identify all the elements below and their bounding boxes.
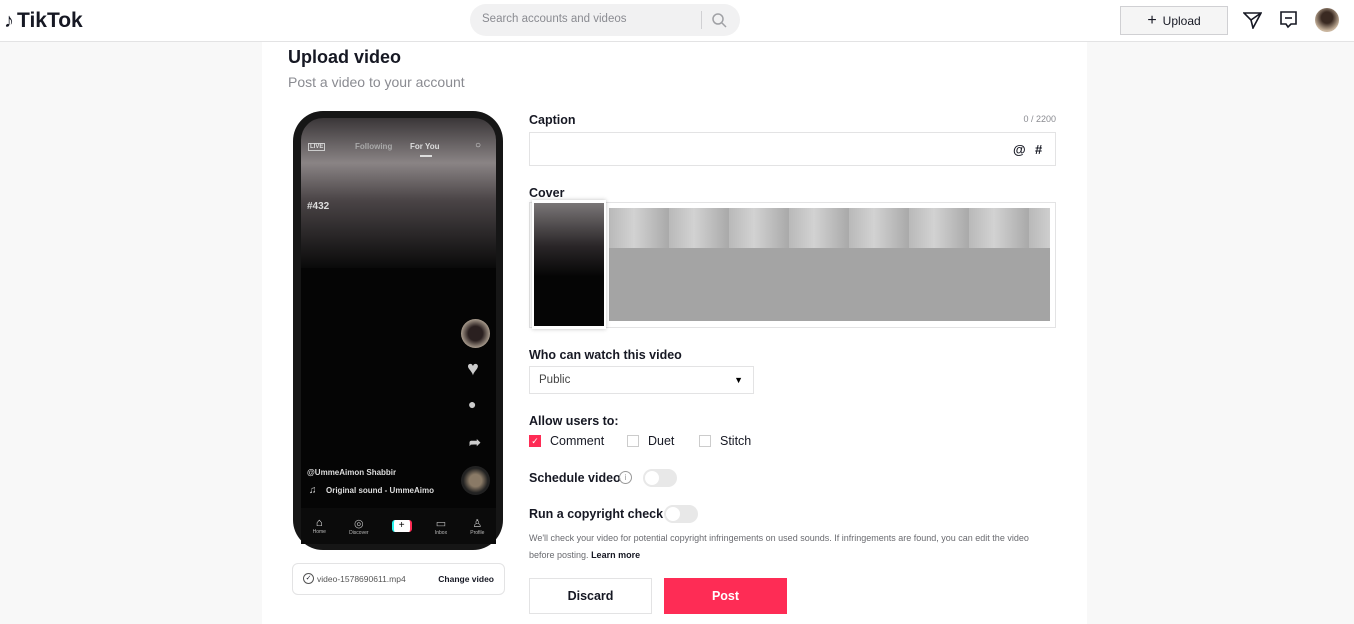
nav-create: + <box>391 520 412 532</box>
cover-thumbnail-handle[interactable] <box>532 200 606 329</box>
search-icon[interactable] <box>712 13 727 28</box>
schedule-label: Schedule video <box>529 471 621 485</box>
checkbox-icon <box>627 435 639 447</box>
tab-following: Following <box>355 142 393 151</box>
nav-profile: ♙ Profile <box>470 517 485 536</box>
comment-checkbox[interactable]: ✓ Comment <box>529 434 604 448</box>
learn-more-link[interactable]: Learn more <box>591 550 640 560</box>
cover-label: Cover <box>529 186 565 200</box>
change-video-button[interactable]: Change video <box>438 574 494 584</box>
tiktok-note-icon: ♪ <box>4 9 14 32</box>
discard-button[interactable]: Discard <box>529 578 652 614</box>
search-input[interactable]: Search accounts and videos <box>470 4 740 36</box>
hashtag-button[interactable]: # <box>1035 142 1042 157</box>
mention-button[interactable]: @ <box>1013 142 1026 157</box>
privacy-value: Public <box>539 374 571 386</box>
page-title: Upload video <box>288 47 402 67</box>
tab-indicator <box>420 155 432 157</box>
copyright-note: We'll check your video for potential cop… <box>529 533 1029 560</box>
sound-disc <box>461 466 490 495</box>
live-icon: LIVE <box>308 143 326 151</box>
copyright-label: Run a copyright check <box>529 507 664 521</box>
caret-down-icon: ▼ <box>734 375 743 385</box>
nav-home: ⌂ Home <box>312 517 326 535</box>
schedule-toggle[interactable] <box>643 469 677 487</box>
video-text: #432 <box>307 201 330 212</box>
duet-checkbox[interactable]: Duet <box>627 434 674 448</box>
upload-button[interactable]: + Upload <box>1120 6 1228 35</box>
music-icon: ♫ <box>309 485 317 496</box>
tiktok-logo[interactable]: ♪ TikTok <box>4 9 83 33</box>
share-icon: ➦ <box>469 434 481 450</box>
privacy-select[interactable]: Public ▼ <box>529 366 754 394</box>
inbox-icon[interactable] <box>1280 11 1297 29</box>
preview-bottom-nav: ⌂ Home ◎ Discover + ▭ Inbox ♙ Profile <box>301 508 496 544</box>
video-preview[interactable]: LIVE Following For You ○ #432 ♥ ● ➦ @Umm… <box>301 118 496 508</box>
checkbox-icon <box>699 435 711 447</box>
post-button[interactable]: Post <box>664 578 787 614</box>
privacy-label: Who can watch this video <box>529 348 682 362</box>
file-info: ✓ video-1578690611.mp4 Change video <box>292 563 505 595</box>
allow-label: Allow users to: <box>529 414 619 428</box>
checkbox-checked-icon: ✓ <box>529 435 541 447</box>
info-icon[interactable]: i <box>619 471 632 484</box>
nav-inbox: ▭ Inbox <box>434 517 448 536</box>
plus-icon: + <box>1147 11 1157 29</box>
cover-filmstrip[interactable] <box>609 208 1050 321</box>
avatar[interactable] <box>1315 8 1339 32</box>
creator-avatar <box>461 319 490 348</box>
send-icon[interactable] <box>1243 11 1262 29</box>
top-bar: ♪ TikTok Search accounts and videos + Up… <box>0 0 1354 42</box>
comment-icon: ● <box>468 396 477 412</box>
divider <box>701 11 702 29</box>
stitch-checkbox[interactable]: Stitch <box>699 434 751 448</box>
caption-label: Caption <box>529 113 576 127</box>
caption-input[interactable]: @ # <box>529 132 1056 166</box>
preview-sound: Original sound - UmmeAimo <box>326 486 435 495</box>
copyright-toggle[interactable] <box>664 505 698 523</box>
preview-username: @UmmeAimon Shabbir <box>307 468 397 477</box>
tab-for-you: For You <box>410 142 440 151</box>
heart-icon: ♥ <box>467 358 479 380</box>
search-icon: ○ <box>475 140 482 151</box>
file-name: video-1578690611.mp4 <box>317 574 406 584</box>
nav-discover: ◎ Discover <box>349 517 369 536</box>
caption-counter: 0 / 2200 <box>1023 114 1056 124</box>
page-subtitle: Post a video to your account <box>288 74 465 90</box>
check-circle-icon: ✓ <box>303 573 314 584</box>
